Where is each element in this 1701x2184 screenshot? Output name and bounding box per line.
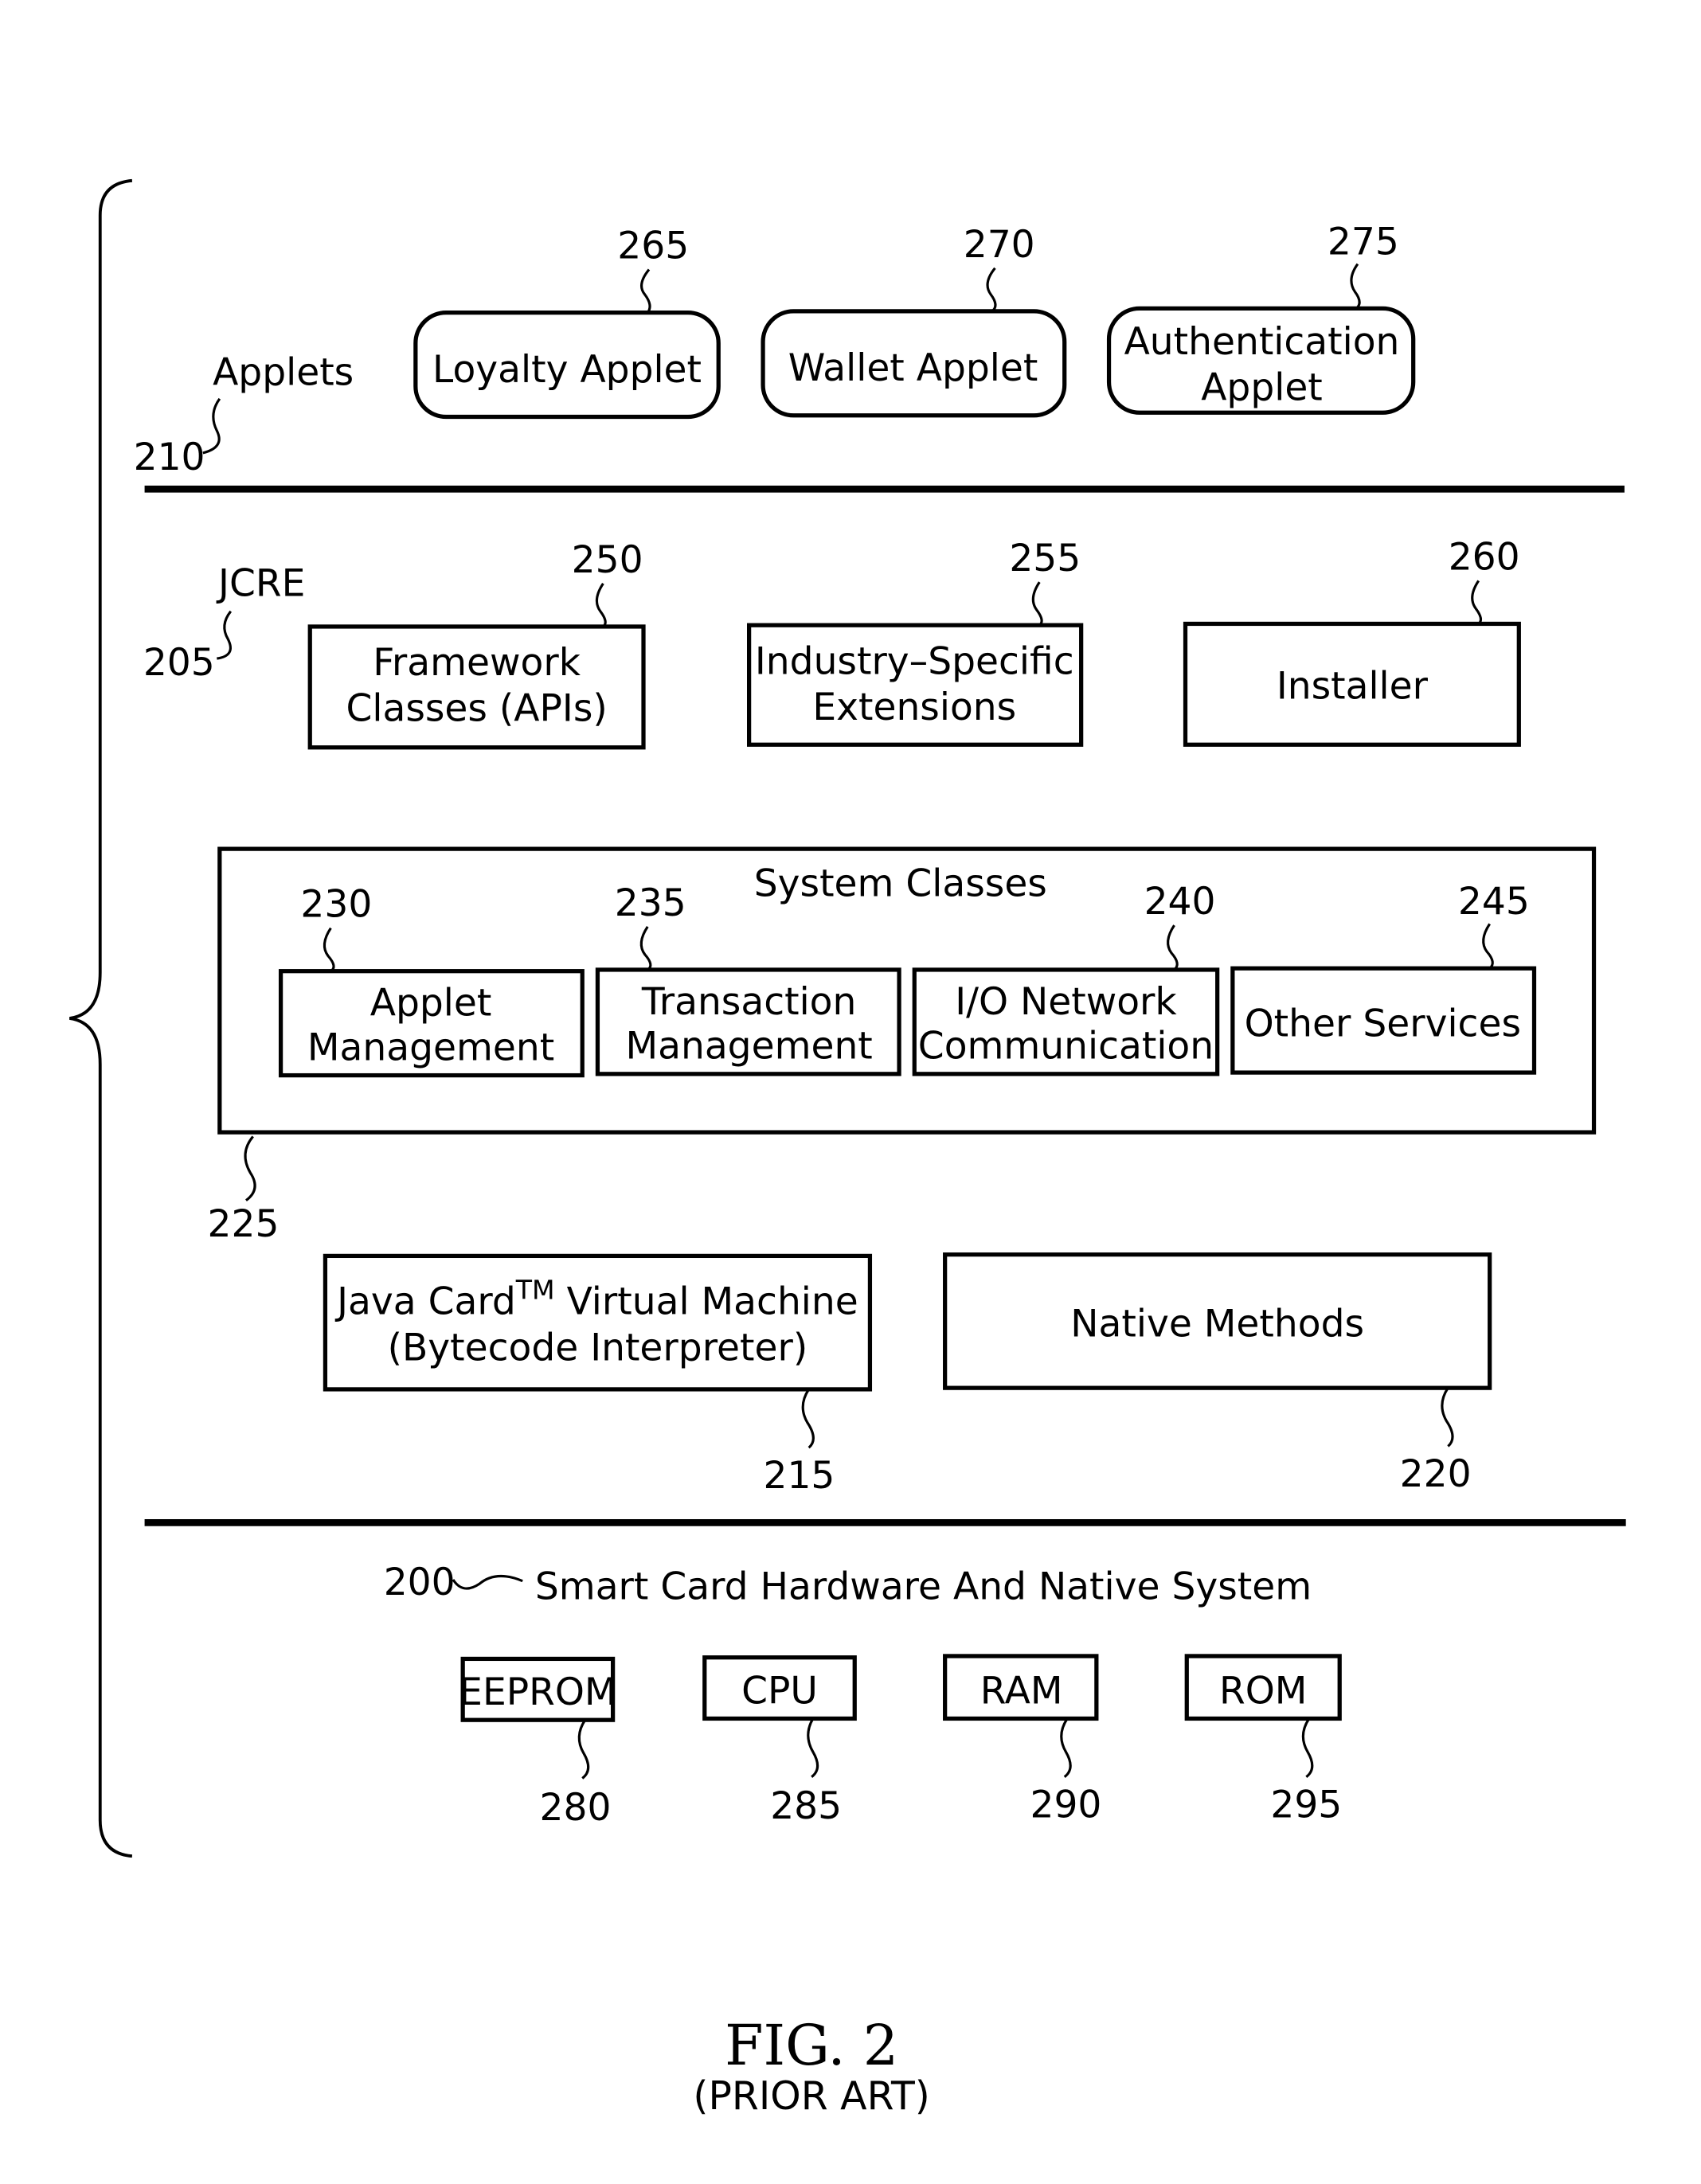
leader-line [1350,263,1361,310]
hardware-layer-label: Smart Card Hardware And Native System [535,1565,1312,1608]
box-label: I/O Network [955,980,1177,1024]
ref-number: 200 [384,1561,456,1604]
jcre-layer: JCRE 205 Framework Classes (APIs) 250 In… [143,535,1597,1498]
leader-line [1471,580,1483,625]
ref-number: 280 [540,1786,612,1830]
box-label: Classes (APIs) [346,687,607,731]
ref-number: 205 [143,641,215,685]
system-classes-label: System Classes [754,861,1047,905]
industry-specific-extensions-box: Industry–Specific Extensions 255 [747,537,1084,747]
ref-number: 235 [615,881,686,925]
leader-line [1301,1717,1314,1778]
box-label: Communication [918,1025,1214,1069]
box-label: Framework [373,641,581,685]
loyalty-applet-box: Loyalty Applet 265 [413,225,721,420]
leader-line [244,1135,256,1201]
leader-line [217,610,233,660]
authentication-applet-box: Authentication Applet 275 [1106,220,1416,415]
ref-number: 285 [770,1784,842,1828]
ref-number: 220 [1400,1452,1472,1496]
leader-line [640,268,651,314]
box-label: Authentication [1124,320,1400,364]
leader-line [202,397,221,455]
leader-line [577,1719,590,1780]
box-label: Loyalty Applet [432,348,702,392]
ref-number: 260 [1449,535,1520,579]
box-label: Industry–Specific [755,639,1074,683]
native-methods-box: Native Methods 220 [943,1252,1492,1496]
box-label: EEPROM [459,1670,616,1714]
ram-box: RAM 290 [943,1654,1102,1827]
box-label: Management [307,1026,554,1069]
ref-number: 250 [572,538,643,582]
box-label: Applet [370,982,492,1026]
leader-line [452,1575,523,1590]
rom-box: ROM 295 [1184,1654,1342,1827]
box-label: Wallet Applet [788,346,1038,390]
vm-name: Java Card [334,1280,516,1324]
java-card-vm-box: Java CardTM Virtual Machine (Bytecode In… [323,1253,873,1498]
cpu-box: CPU 285 [702,1655,857,1828]
leader-line [595,582,607,628]
box-label: Java CardTM Virtual Machine [334,1274,858,1323]
leader-line [986,267,997,313]
eeprom-box: EEPROM 280 [459,1656,617,1830]
wallet-applet-box: Wallet Applet 270 [761,223,1067,418]
ref-number: 230 [300,883,372,927]
framework-classes-box: Framework Classes (APIs) 250 [307,538,646,750]
box-label: Installer [1277,665,1429,709]
installer-box: Installer 260 [1183,535,1521,747]
box-label: ROM [1219,1669,1307,1713]
ref-number: 265 [617,225,689,268]
leader-line [807,1717,819,1778]
leader-line [1060,1717,1072,1778]
figure-title: FIG. 2 [725,2014,898,2078]
ref-number: 215 [763,1454,835,1498]
box-label: (Bytecode Interpreter) [388,1326,808,1369]
ref-number: 290 [1030,1783,1102,1827]
jcre-layer-label: JCRE [216,562,305,606]
java-card-architecture-diagram: Applets 210 Loyalty Applet 265 Wallet Ap… [69,178,1626,2119]
hardware-layer: 200 Smart Card Hardware And Native Syste… [384,1561,1343,1830]
box-label: RAM [980,1669,1063,1713]
box-label: Native Methods [1070,1303,1364,1346]
box-label: Extensions [812,686,1016,729]
figure-subtitle: (PRIOR ART) [693,2073,929,2119]
ref-number: 270 [964,223,1035,267]
box-label: CPU [741,1669,818,1713]
leader-line [1031,581,1043,627]
ref-number: 295 [1270,1783,1342,1827]
vm-name-suffix: Virtual Machine [555,1280,858,1324]
ref-number: 210 [134,436,205,479]
ref-number: 225 [208,1202,280,1246]
ref-number: 255 [1009,537,1081,580]
ref-number: 275 [1328,220,1399,264]
box-label: Transaction [641,980,857,1024]
leader-line [1441,1387,1454,1448]
ref-number: 240 [1144,880,1216,924]
box-label: Management [625,1025,872,1069]
trademark-mark: TM [515,1274,555,1305]
ref-number: 245 [1458,880,1530,924]
box-label: Applet [1201,366,1323,410]
system-classes-container: System Classes 225 Applet Management 230… [208,846,1597,1246]
left-brace [69,178,133,1858]
applets-layer: Applets 210 Loyalty Applet 265 Wallet Ap… [134,220,1416,479]
applets-layer-label: Applets [213,350,354,394]
leader-line [801,1389,815,1449]
box-label: Other Services [1245,1002,1521,1046]
